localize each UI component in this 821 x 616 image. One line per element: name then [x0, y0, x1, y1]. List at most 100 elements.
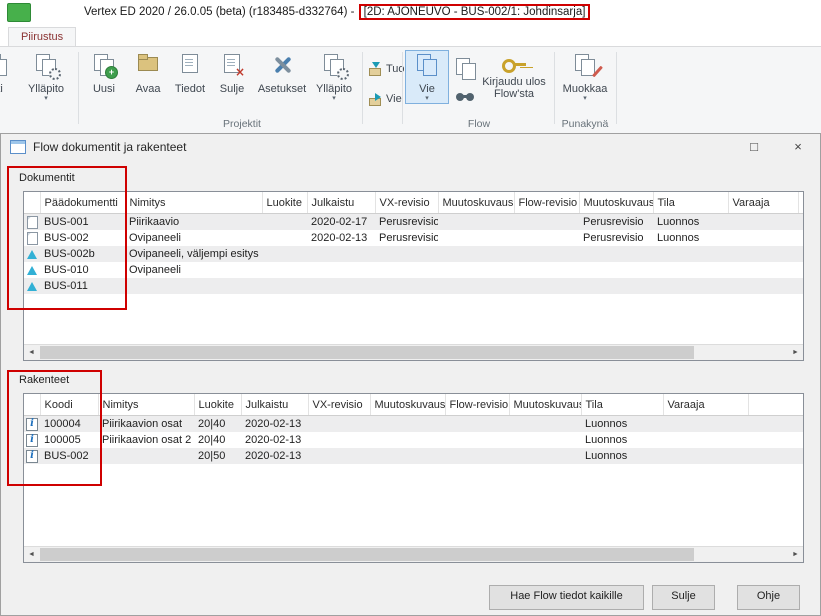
table-cell: Piirikaavion osat	[98, 416, 194, 433]
table-cell	[579, 278, 653, 294]
column-header[interactable]: Muutoskuvaus	[509, 394, 581, 416]
tuo-button[interactable]: Tuo	[368, 61, 405, 77]
chevron-down-icon: ▾	[310, 95, 358, 103]
table-cell: Piirikaavio	[125, 214, 262, 231]
tiedot-button[interactable]: Tiedot	[168, 51, 212, 95]
column-header[interactable]: Luokite	[194, 394, 241, 416]
yllapito-button[interactable]: Ylläpito ▾	[310, 51, 358, 103]
column-header[interactable]: Päädokumentti	[40, 192, 125, 214]
pages-icon	[0, 54, 11, 81]
table-cell	[307, 246, 375, 262]
dialog-title: Flow dokumentit ja rakenteet	[33, 140, 186, 154]
column-header[interactable]: Nimitys	[125, 192, 262, 214]
document-icon	[27, 232, 38, 245]
table-cell: BUS-011	[40, 278, 125, 294]
column-header[interactable]: Muutoskuvaus	[579, 192, 653, 214]
column-header[interactable]: Koodi	[40, 394, 98, 416]
tab-piirustus[interactable]: Piirustus	[8, 27, 76, 47]
ribbon: nti Ylläpito ▾ Uusi Avaa Tiedot Sulje As…	[0, 46, 821, 135]
column-header[interactable]: Varaaja	[663, 394, 748, 416]
scroll-right-icon[interactable]: ►	[788, 547, 803, 562]
table-cell: Ovipaneeli	[125, 262, 262, 278]
table-cell: 2020-02-13	[241, 432, 308, 448]
table-cell	[438, 246, 514, 262]
table-cell	[438, 278, 514, 294]
table-row[interactable]: BUS-010Ovipaneeli	[24, 262, 804, 278]
structures-hscrollbar[interactable]: ◄ ►	[24, 546, 803, 562]
column-header[interactable]: Tila	[581, 394, 663, 416]
table-cell	[308, 432, 370, 448]
avaa-button[interactable]: Avaa	[126, 51, 170, 95]
close-button[interactable]: ×	[776, 134, 820, 160]
table-cell: 20|40	[194, 432, 241, 448]
column-header[interactable]: Tila	[653, 192, 728, 214]
flow-pages-button[interactable]	[452, 55, 478, 81]
group-label-flow: Flow	[406, 118, 552, 130]
table-row[interactable]: BUS-011	[24, 278, 804, 294]
table-cell: 2020-02-17	[307, 214, 375, 231]
column-header[interactable]: Julkaistu	[307, 192, 375, 214]
scroll-left-icon[interactable]: ◄	[24, 345, 39, 360]
table-cell	[509, 448, 581, 464]
hae-flow-tiedot-button[interactable]: Hae Flow tiedot kaikille	[489, 585, 644, 610]
table-cell: Perusrevisio	[579, 230, 653, 246]
table-cell	[438, 214, 514, 231]
sulje-button-dialog[interactable]: Sulje	[652, 585, 715, 610]
sulje-button[interactable]: Sulje	[210, 51, 254, 95]
column-header[interactable]: Flow-revisio	[445, 394, 509, 416]
table-row[interactable]: BUS-002bOvipaneeli, väljempi esitys	[24, 246, 804, 262]
column-header[interactable]: Muutoskuvaus	[438, 192, 514, 214]
table-cell: Ovipaneeli	[125, 230, 262, 246]
column-header[interactable]: Nimitys	[98, 394, 194, 416]
column-header-blank[interactable]	[798, 192, 804, 214]
column-header[interactable]: Flow-revisio	[514, 192, 579, 214]
tools-icon	[269, 54, 296, 81]
app-logo-icon[interactable]	[7, 3, 31, 22]
column-header[interactable]: VX-revisio	[308, 394, 370, 416]
table-row[interactable]: BUS-002Ovipaneeli2020-02-13PerusrevisioP…	[24, 230, 804, 246]
column-header[interactable]: Muutoskuvaus	[370, 394, 445, 416]
vie-button[interactable]: Vie ▾	[405, 50, 449, 104]
table-row[interactable]: BUS-001Piirikaavio2020-02-17Perusrevisio…	[24, 214, 804, 231]
column-header[interactable]: Varaaja	[728, 192, 798, 214]
gear-icon	[337, 68, 349, 80]
ribbon-button-partial[interactable]: nti	[0, 51, 20, 95]
column-header[interactable]: VX-revisio	[375, 192, 438, 214]
asetukset-button[interactable]: Asetukset	[254, 51, 310, 95]
column-header-blank[interactable]	[24, 394, 40, 416]
ribbon-tab-row: Piirustus	[0, 27, 821, 46]
column-header[interactable]: Julkaistu	[241, 394, 308, 416]
column-header-blank[interactable]	[24, 192, 40, 214]
dialog-titlebar[interactable]: Flow dokumentit ja rakenteet □ ×	[1, 134, 820, 160]
ohje-button[interactable]: Ohje	[737, 585, 800, 610]
uusi-button[interactable]: Uusi	[82, 51, 126, 95]
scroll-right-icon[interactable]: ►	[788, 345, 803, 360]
structures-table: KoodiNimitysLuokiteJulkaistuVX-revisioMu…	[23, 393, 804, 563]
vie-small-button[interactable]: Vie	[368, 91, 402, 107]
table-row[interactable]: 100004Piirikaavion osat20|402020-02-13Lu…	[24, 416, 804, 433]
scroll-left-icon[interactable]: ◄	[24, 547, 39, 562]
ribbon-button-label: Ylläpito	[310, 83, 358, 95]
table-cell	[728, 278, 798, 294]
column-header-blank[interactable]	[748, 394, 804, 416]
pages-icon	[452, 58, 479, 85]
table-cell: 20|50	[194, 448, 241, 464]
muokkaa-button[interactable]: Muokkaa ▾	[558, 51, 612, 103]
maximize-button[interactable]: □	[732, 134, 776, 160]
search-flow-button[interactable]	[452, 89, 478, 109]
ribbon-button-label: Kirjaudu ulos Flow'sta	[478, 76, 550, 100]
ribbon-button-label: Muokkaa	[558, 83, 612, 95]
info-icon	[26, 434, 38, 447]
table-row[interactable]: 100005Piirikaavion osat 220|402020-02-13…	[24, 432, 804, 448]
table-cell: Luonnos	[581, 416, 663, 433]
ribbon-button-yllapito-left[interactable]: Ylläpito ▾	[18, 51, 74, 103]
scroll-thumb[interactable]	[40, 548, 694, 561]
scroll-thumb[interactable]	[40, 346, 694, 359]
open-folder-icon	[135, 54, 162, 81]
table-row[interactable]: BUS-00220|502020-02-13Luonnos	[24, 448, 804, 464]
table-cell: Luonnos	[581, 448, 663, 464]
documents-hscrollbar[interactable]: ◄ ►	[24, 344, 803, 360]
kirjaudu-ulos-button[interactable]: Kirjaudu ulos Flow'sta	[478, 51, 550, 100]
documents-header-row: PäädokumenttiNimitysLuokiteJulkaistuVX-r…	[24, 192, 804, 214]
column-header[interactable]: Luokite	[262, 192, 307, 214]
